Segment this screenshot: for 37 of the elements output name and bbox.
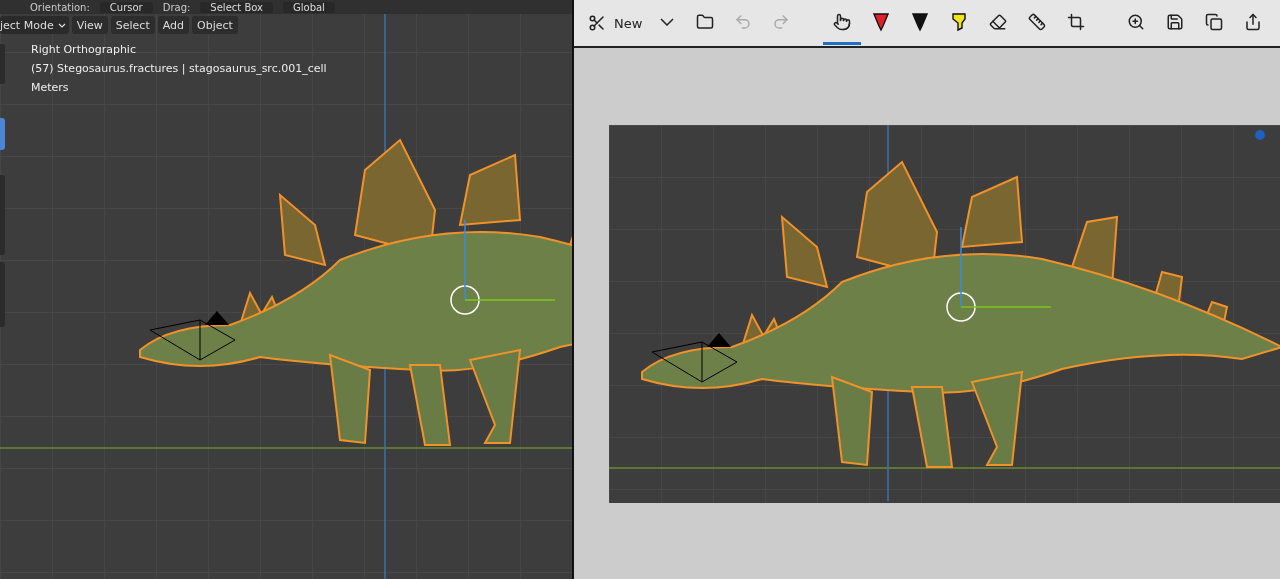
- menu-item[interactable]: View: [71, 16, 108, 34]
- mode-dropdown[interactable]: ject Mode: [0, 16, 69, 34]
- redo-icon: [772, 12, 791, 31]
- camera-marker-icon: [707, 333, 731, 347]
- 3d-viewport[interactable]: Orientation: Cursor Drag: Select Box Global ject Mode View Select Add Object Right Orthographic (57) Stegosaurus.fractures | stagosaurus_src.001_cell Meters: [0, 0, 572, 579]
- copy-icon: [1205, 12, 1223, 31]
- orientation-dropdown[interactable]: Cursor: [99, 1, 153, 13]
- folder-icon: [696, 12, 715, 31]
- touch-writing-icon: [832, 12, 851, 31]
- highlighter-icon: [950, 11, 967, 32]
- chevron-down-icon: [660, 17, 675, 26]
- drag-dropdown[interactable]: Select Box: [200, 1, 273, 13]
- toolbar-strip: [0, 44, 5, 84]
- save-icon: [1166, 12, 1184, 31]
- transform-dropdown[interactable]: Global: [283, 1, 335, 13]
- crop-icon: [1066, 12, 1085, 31]
- menu-item[interactable]: Add: [157, 16, 189, 34]
- drag-label: Drag:: [162, 1, 191, 13]
- menu-item[interactable]: Object: [192, 16, 238, 34]
- toolbar-strip: [0, 262, 5, 327]
- pen-icon: [872, 11, 889, 32]
- orientation-label: Orientation:: [30, 1, 90, 13]
- share-icon: [1244, 12, 1262, 31]
- ruler-icon: [1027, 12, 1046, 31]
- eraser-icon: [988, 12, 1007, 31]
- viewport-info-text: Meters: [31, 81, 70, 94]
- pen-icon: [911, 11, 928, 32]
- zoom-icon: [1127, 12, 1145, 31]
- chevron-down-icon: [57, 22, 66, 28]
- undo-icon: [734, 12, 753, 31]
- navigation-dot-icon: [1255, 130, 1265, 140]
- menu-item[interactable]: Select: [110, 16, 155, 34]
- viewport-info-text: (57) Stegosaurus.fractures | stagosaurus_src.001_cell: [31, 62, 328, 75]
- new-button[interactable]: New: [582, 1, 649, 45]
- viewport-info-text: Right Orthographic: [31, 43, 137, 56]
- scissors-icon: [588, 14, 606, 32]
- camera-marker-icon: [205, 311, 229, 325]
